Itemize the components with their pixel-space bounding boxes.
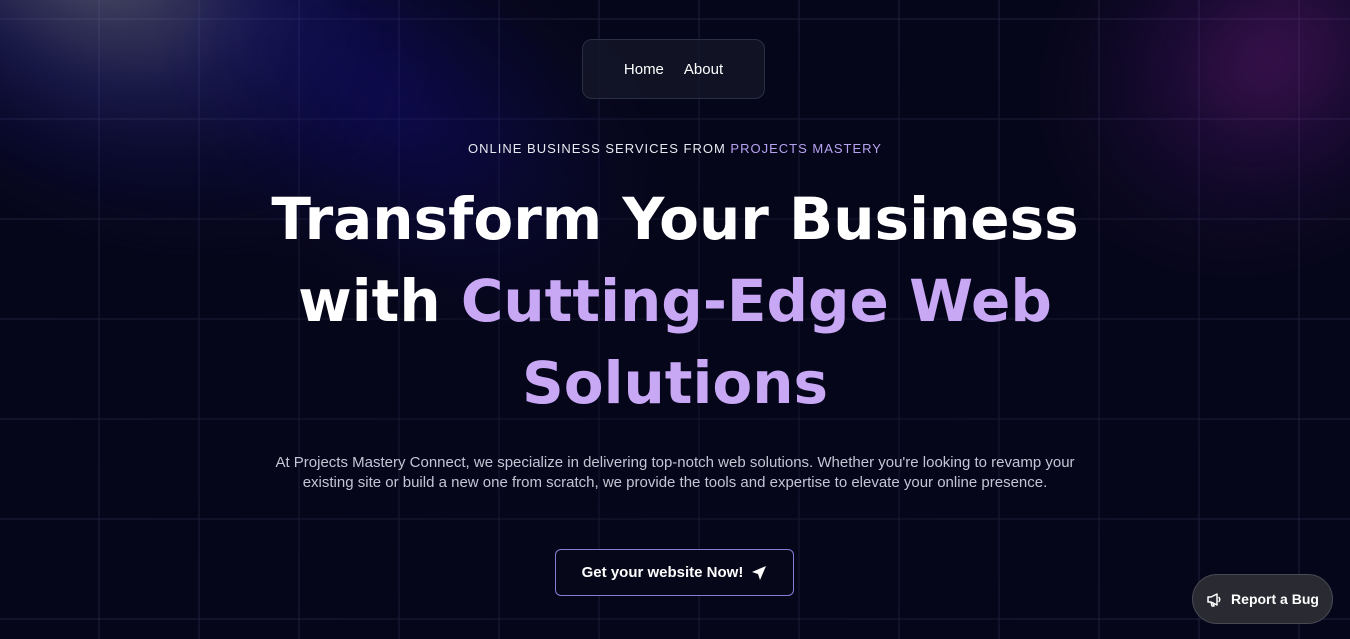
eyebrow-accent: PROJECTS MASTERY (730, 141, 882, 156)
eyebrow-prefix: ONLINE BUSINESS SERVICES FROM (468, 141, 726, 156)
nav-home-link[interactable]: Home (624, 61, 664, 78)
headline-line1: Transform Your Business (271, 185, 1079, 253)
headline-accent: Cutting-Edge Web Solutions (460, 267, 1052, 417)
hero-description: At Projects Mastery Connect, we speciali… (275, 454, 1075, 491)
hero-eyebrow: ONLINE BUSINESS SERVICES FROM PROJECTS M… (0, 141, 1350, 156)
nav-about-link[interactable]: About (684, 61, 723, 78)
landing-page: Home About ONLINE BUSINESS SERVICES FROM… (0, 0, 1350, 639)
get-website-button[interactable]: Get your website Now! (555, 549, 794, 596)
send-icon (751, 565, 767, 581)
headline-with: with (298, 267, 441, 335)
cta-label: Get your website Now! (581, 564, 744, 581)
report-bug-label: Report a Bug (1231, 591, 1319, 607)
top-nav: Home About (582, 39, 765, 99)
hero-headline: Transform Your Business with Cutting-Edg… (250, 178, 1100, 424)
megaphone-icon (1206, 591, 1223, 608)
report-bug-button[interactable]: Report a Bug (1192, 574, 1333, 624)
